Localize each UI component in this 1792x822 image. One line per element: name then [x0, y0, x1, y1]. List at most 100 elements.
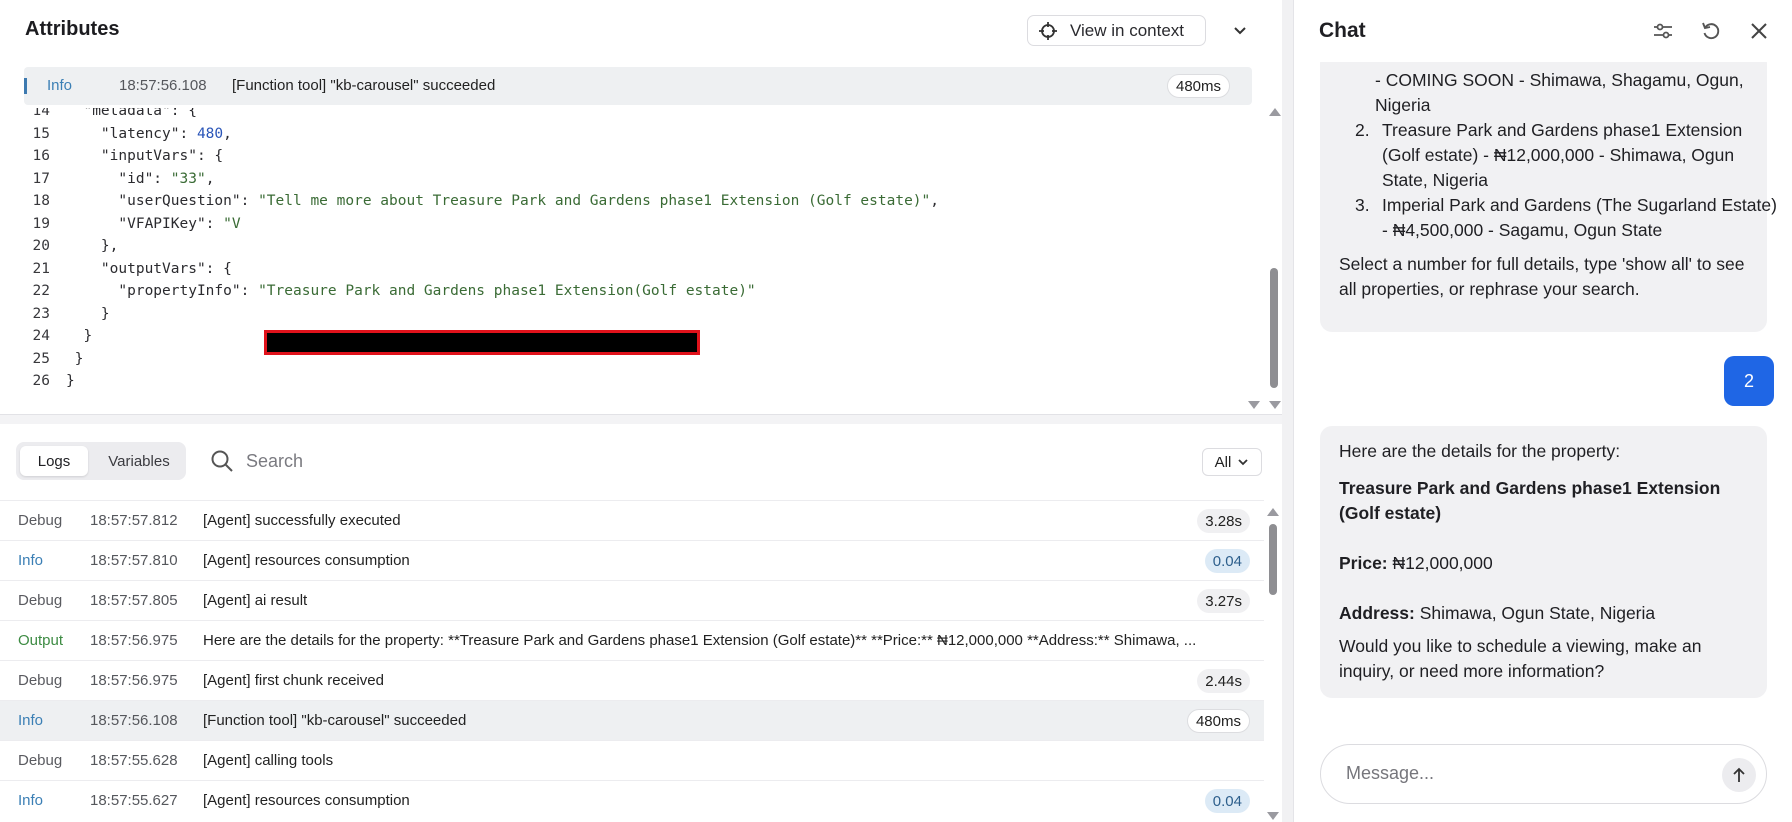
log-level: Debug — [18, 512, 63, 529]
redacted-api-key — [264, 330, 700, 355]
log-scroll-thumb[interactable] — [1269, 524, 1277, 595]
selected-log-duration: 480ms — [1167, 74, 1231, 98]
code-scroll-thumb[interactable] — [1270, 268, 1278, 388]
log-duration: 0.04 — [1204, 549, 1250, 573]
tab-logs[interactable]: Logs — [20, 446, 88, 476]
panel-divider[interactable] — [0, 414, 1282, 424]
address-line: Address: Shimawa, Ogun State, Nigeria — [1339, 603, 1656, 623]
reply-intro: Here are the details for the property: — [1339, 441, 1621, 461]
table-row[interactable]: Debug 18:57:57.812 [Agent] successfully ex… — [0, 500, 1264, 540]
line-number: 21 — [32, 260, 50, 277]
line-content: "outputVars": { — [66, 260, 232, 277]
line-number: 14 — [32, 108, 50, 119]
table-row[interactable]: Debug 18:57:56.975 [Agent] first chunk rec… — [0, 660, 1264, 700]
line-content: } — [66, 328, 93, 344]
log-time: 18:57:57.810 — [90, 552, 178, 569]
table-row[interactable]: Info 18:57:57.810 [Agent] resources consum… — [0, 540, 1264, 580]
log-duration: 0.04 — [1204, 789, 1250, 813]
log-time: 18:57:57.812 — [90, 512, 178, 529]
line-content: "userQuestion": "Tell me more about Trea… — [66, 193, 939, 209]
chat-title: Chat — [1319, 19, 1366, 42]
log-message: Here are the details for the property: *… — [203, 632, 1197, 649]
user-message: 2 — [1724, 356, 1774, 406]
chat-header: Chat — [1294, 0, 1792, 62]
log-message: [Agent] calling tools — [203, 752, 334, 769]
collapse-button[interactable] — [1228, 20, 1252, 42]
chat-messages[interactable]: - COMING SOON - Shimawa, Shagamu, Ogun, … — [1294, 62, 1792, 742]
arrow-up-icon — [1733, 767, 1745, 782]
assistant-message: Here are the details for the property: T… — [1320, 426, 1767, 698]
table-row[interactable]: Info 18:57:56.108 [Function tool] "kb-caro… — [0, 700, 1264, 740]
selected-log-row: Info 18:57:56.108 [Function tool] "kb-ca… — [24, 67, 1252, 105]
line-number: 15 — [32, 125, 50, 142]
level-filter-select[interactable]: All — [1202, 448, 1262, 476]
view-in-context-button[interactable]: View in context — [1027, 15, 1206, 46]
search-input[interactable] — [246, 450, 746, 472]
message-input[interactable] — [1346, 763, 1686, 784]
close-button[interactable] — [1746, 18, 1772, 44]
line-content: "propertyInfo": "Treasure Park and Garde… — [66, 283, 756, 299]
logs-toolbar: Logs Variables All — [0, 424, 1282, 500]
log-level: Debug — [18, 592, 63, 609]
selected-log-message: [Function tool] "kb-carousel" succeeded — [232, 77, 496, 94]
log-level: Info — [18, 792, 44, 809]
line-content: "id": "33", — [66, 170, 215, 187]
line-number: 19 — [32, 215, 50, 232]
log-message: [Agent] successfully executed — [203, 512, 401, 529]
log-level: Info — [18, 552, 44, 569]
scroll-down-arrow[interactable] — [1269, 401, 1281, 409]
line-number: 23 — [32, 305, 50, 322]
line-content: "latency": 480, — [66, 125, 232, 142]
message-composer — [1320, 744, 1767, 804]
settings-button[interactable] — [1650, 18, 1676, 44]
search-icon — [211, 450, 233, 472]
attributes-header: Attributes View in context — [0, 0, 1282, 62]
selected-log-level: Info — [47, 77, 73, 94]
code-viewer[interactable]: 14 "metadata": {15 "latency": 480, 16 "in… — [0, 108, 1282, 413]
assistant-message: - COMING SOON - Shimawa, Shagamu, Ogun, … — [1320, 62, 1777, 332]
line-content: } — [66, 305, 110, 322]
log-time: 18:57:56.975 — [90, 632, 178, 649]
log-level: Info — [18, 712, 44, 729]
attributes-panel: Attributes View in context Info 18:57:56… — [0, 0, 1282, 822]
line-content: "VFAPIKey": "V — [66, 215, 241, 232]
log-duration: 2.44s — [1197, 669, 1250, 693]
table-row[interactable]: Output 18:57:56.975 Here are the details f… — [0, 620, 1264, 660]
scroll-down-arrow[interactable] — [1267, 812, 1279, 820]
price-line: Price: ₦12,000,000 — [1339, 553, 1493, 573]
log-duration: 3.27s — [1197, 589, 1250, 613]
line-number: 26 — [32, 373, 50, 389]
log-message: [Agent] ai result — [203, 592, 308, 609]
send-button[interactable] — [1722, 758, 1756, 792]
log-duration: 3.28s — [1197, 509, 1250, 533]
table-row[interactable]: Info 18:57:55.627 [Agent] resources consum… — [0, 780, 1264, 820]
chevron-down-icon — [1238, 459, 1248, 466]
tab-variables[interactable]: Variables — [96, 446, 182, 476]
log-search — [210, 446, 810, 476]
refresh-icon — [1702, 22, 1720, 40]
sliders-icon — [1654, 23, 1672, 39]
table-row[interactable]: Debug 18:57:55.628 [Agent] calling tools — [0, 740, 1264, 780]
scroll-up-arrow[interactable] — [1267, 508, 1279, 516]
log-duration: 480ms — [1186, 709, 1250, 733]
log-message: [Agent] resources consumption — [203, 552, 410, 569]
log-level: Output — [18, 632, 64, 649]
horizontal-scroll-arrow[interactable] — [1248, 401, 1260, 409]
log-level: Debug — [18, 672, 63, 689]
code-scrollbar[interactable] — [1267, 108, 1282, 413]
log-scrollbar[interactable] — [1264, 500, 1282, 822]
level-filter-value: All — [1214, 453, 1232, 471]
line-content: "inputVars": { — [66, 148, 224, 164]
message-prompt: Select a number for full details, type '… — [1339, 254, 1745, 299]
restart-button[interactable] — [1698, 18, 1724, 44]
log-message: [Agent] resources consumption — [203, 792, 410, 809]
scroll-up-arrow[interactable] — [1269, 108, 1281, 116]
table-row[interactable]: Debug 18:57:57.805 [Agent] ai result 3.27s — [0, 580, 1264, 620]
selected-indicator — [24, 78, 27, 94]
logs-tab-group: Logs Variables — [16, 442, 186, 480]
line-content: }, — [66, 238, 119, 254]
line-content: "metadata": { — [66, 108, 197, 119]
log-message: [Function tool] "kb-carousel" succeeded — [203, 712, 467, 729]
line-number: 17 — [32, 170, 50, 187]
chevron-down-icon — [1234, 27, 1246, 35]
